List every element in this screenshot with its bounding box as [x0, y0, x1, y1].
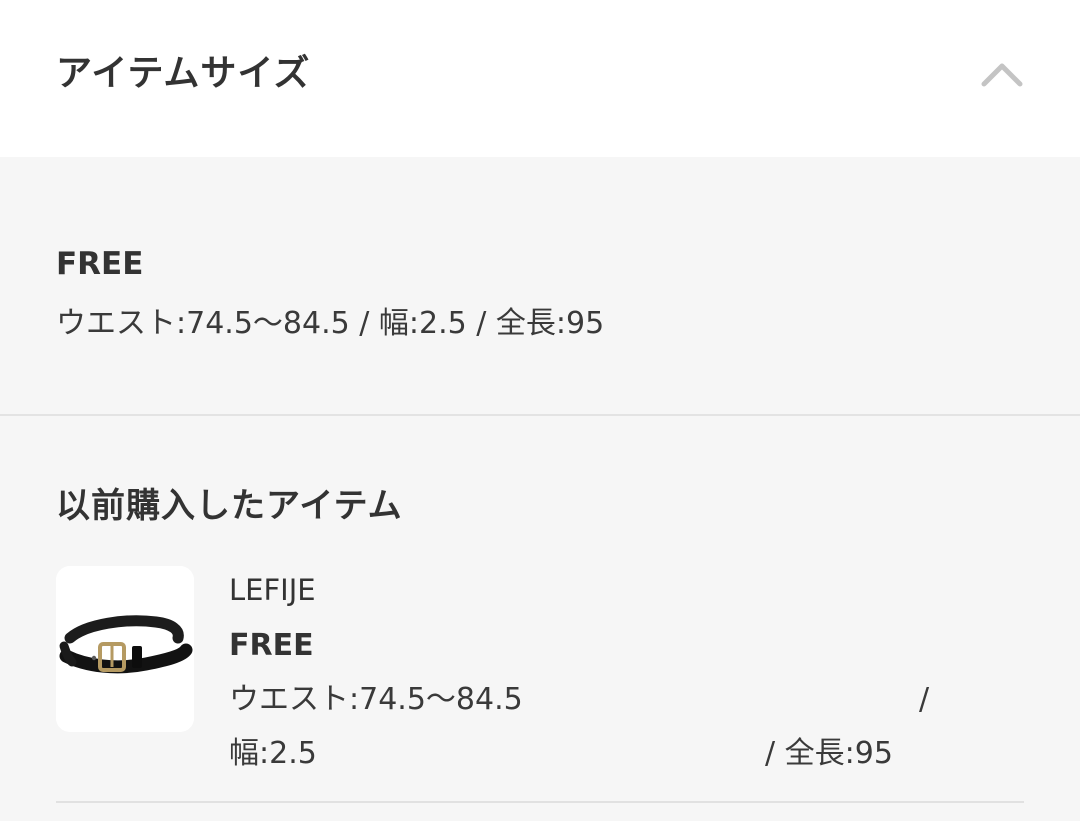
- measurement-separator: /: [919, 682, 930, 717]
- previously-purchased-title: 以前購入したアイテム: [56, 486, 403, 526]
- section-divider: [0, 414, 1080, 416]
- item-width-measurement: 幅:2.5: [229, 736, 317, 771]
- size-info: FREE ウエスト:74.5～84.5 / 幅:2.5 / 全長:95: [56, 242, 1024, 346]
- section-title: アイテムサイズ: [56, 53, 311, 94]
- size-measurements: ウエスト:74.5～84.5 / 幅:2.5 / 全長:95: [56, 306, 605, 341]
- collapse-button[interactable]: [970, 48, 1034, 100]
- item-brand: LEFIJE: [229, 573, 316, 607]
- item-size: FREE: [229, 628, 314, 663]
- item-size-header[interactable]: アイテムサイズ: [0, 0, 1080, 157]
- purchased-item-card[interactable]: LEFIJE FREE ウエスト:74.5～84.5 / 幅:2.5 / 全長:…: [56, 566, 1024, 781]
- belt-image: [56, 566, 194, 732]
- item-length-measurement: / 全長:95: [765, 736, 893, 771]
- size-name: FREE: [56, 246, 144, 282]
- item-thumbnail[interactable]: [56, 566, 194, 732]
- item-waist-measurement: ウエスト:74.5～84.5: [229, 682, 523, 717]
- chevron-up-icon: [970, 48, 1034, 100]
- item-divider: [56, 801, 1024, 803]
